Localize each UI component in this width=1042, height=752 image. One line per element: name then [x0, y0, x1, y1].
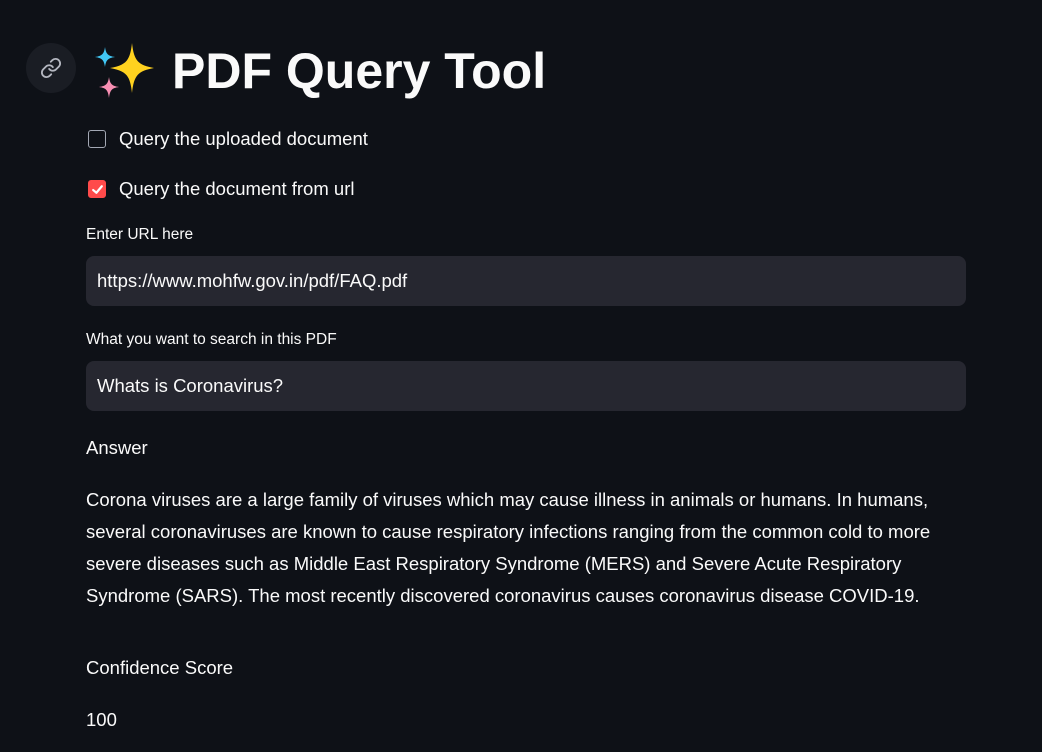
answer-text: Corona viruses are a large family of vir…	[86, 489, 931, 606]
url-field-label: Enter URL here	[86, 226, 194, 243]
confidence-heading: Confidence Score	[86, 657, 234, 678]
sparkles-icon	[95, 43, 154, 98]
link-icon	[40, 57, 62, 79]
app-page: PDF Query Tool Query the uploaded docume…	[0, 0, 1042, 752]
confidence-value: 100	[86, 709, 117, 730]
page-header: PDF Query Tool	[92, 40, 546, 102]
checkbox-label: Query the document from url	[119, 178, 355, 199]
checkmark-icon	[91, 184, 103, 194]
search-input[interactable]: Whats is Coronavirus?	[86, 361, 966, 411]
checkbox-label: Query the uploaded document	[119, 128, 368, 149]
search-field-label: What you want to search in this PDF	[86, 331, 337, 348]
url-input[interactable]: https://www.mohfw.gov.in/pdf/FAQ.pdf	[86, 256, 966, 306]
query-url-checkbox[interactable]: Query the document from url	[88, 178, 354, 200]
query-uploaded-checkbox[interactable]: Query the uploaded document	[88, 128, 368, 150]
anchor-link-button[interactable]	[26, 43, 76, 93]
checkbox-box[interactable]	[88, 180, 106, 198]
page-title: PDF Query Tool	[172, 43, 547, 99]
checkbox-box[interactable]	[88, 130, 106, 148]
answer-heading: Answer	[86, 437, 148, 458]
